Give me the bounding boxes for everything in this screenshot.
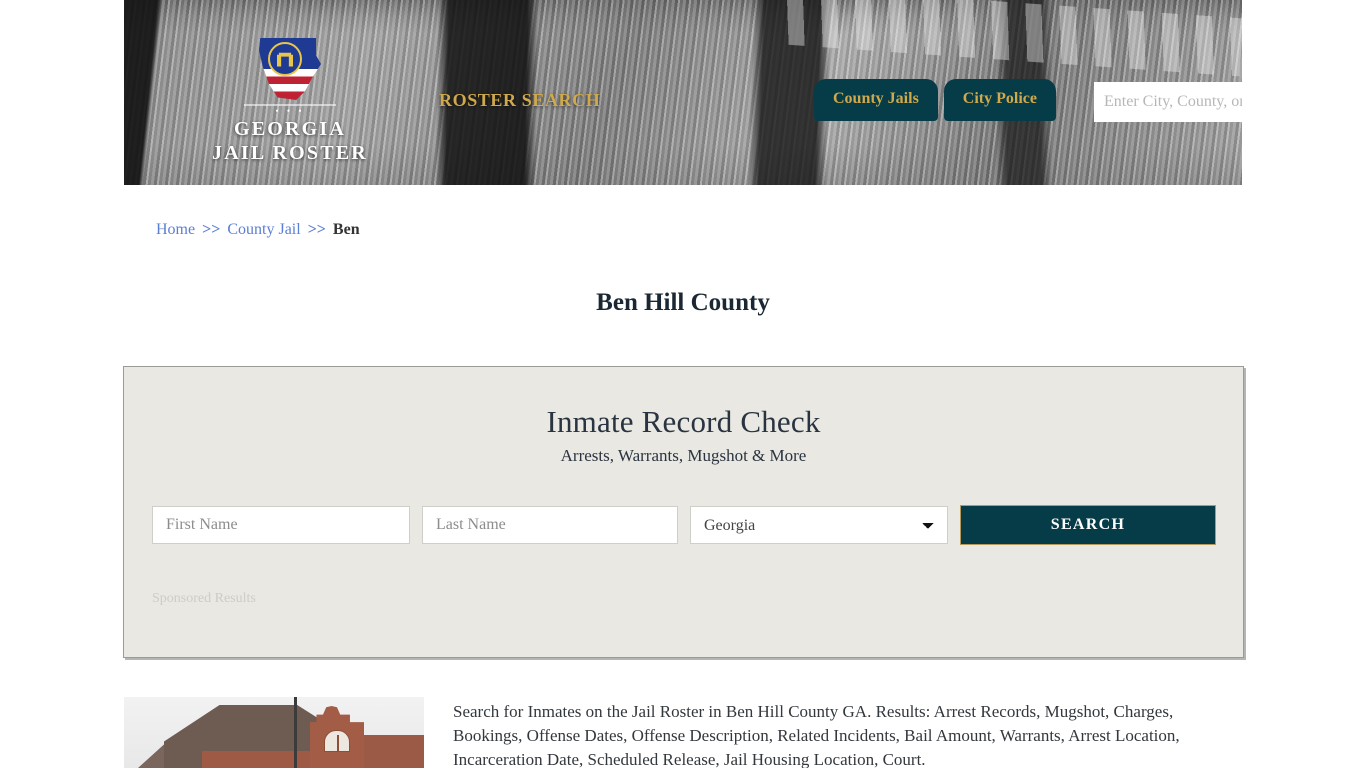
georgia-state-logo-icon (259, 38, 321, 100)
first-name-input[interactable] (152, 506, 410, 544)
page-title: Ben Hill County (596, 288, 770, 316)
state-select[interactable]: Georgia (690, 506, 948, 544)
breadcrumb-item-home[interactable]: Home (156, 221, 195, 238)
primary-nav: County Jails City Police (814, 79, 1056, 121)
courthouse-right-wing (362, 735, 424, 768)
header-search-bar (1094, 82, 1242, 122)
breadcrumb-separator: >> (202, 221, 221, 238)
logo-text-line2: JAIL ROSTER (212, 141, 368, 164)
inmate-record-check-panel: Inmate Record Check Arrests, Warrants, M… (123, 366, 1244, 658)
courthouse-window (324, 730, 350, 752)
roster-search-tagline: ROSTER SEARCH (439, 90, 601, 110)
page-root: • • • GEORGIA JAIL ROSTER ROSTER SEARCH … (0, 0, 1366, 768)
nav-item-county-jails[interactable]: County Jails (814, 79, 938, 121)
courthouse-photo (124, 697, 424, 768)
nav-item-city-police[interactable]: City Police (943, 79, 1056, 121)
logo-dots: • • • (275, 106, 305, 116)
breadcrumb-item-county-jail[interactable]: County Jail (227, 221, 300, 238)
site-logo[interactable]: • • • GEORGIA JAIL ROSTER (190, 38, 390, 165)
breadcrumb: Home >> County Jail >> Ben (156, 221, 360, 239)
flag-pole (294, 697, 297, 768)
inmate-search-button[interactable]: SEARCH (960, 505, 1216, 545)
site-header: • • • GEORGIA JAIL ROSTER ROSTER SEARCH … (124, 0, 1242, 185)
breadcrumb-item-current: Ben (332, 221, 360, 238)
inmate-search-form: Georgia SEARCH (152, 505, 1216, 545)
last-name-input[interactable] (422, 506, 678, 544)
county-description-text: Search for Inmates on the Jail Roster in… (453, 702, 1180, 768)
header-search-input[interactable] (1094, 82, 1242, 122)
inmate-check-subtitle: Arrests, Warrants, Mugshot & More (560, 446, 807, 465)
inmate-check-title: Inmate Record Check (546, 404, 821, 439)
sponsored-results-label: Sponsored Results (152, 591, 256, 606)
breadcrumb-separator: >> (307, 221, 326, 238)
logo-text-line1: GEORGIA (233, 118, 347, 140)
georgia-seal-icon (268, 42, 302, 76)
